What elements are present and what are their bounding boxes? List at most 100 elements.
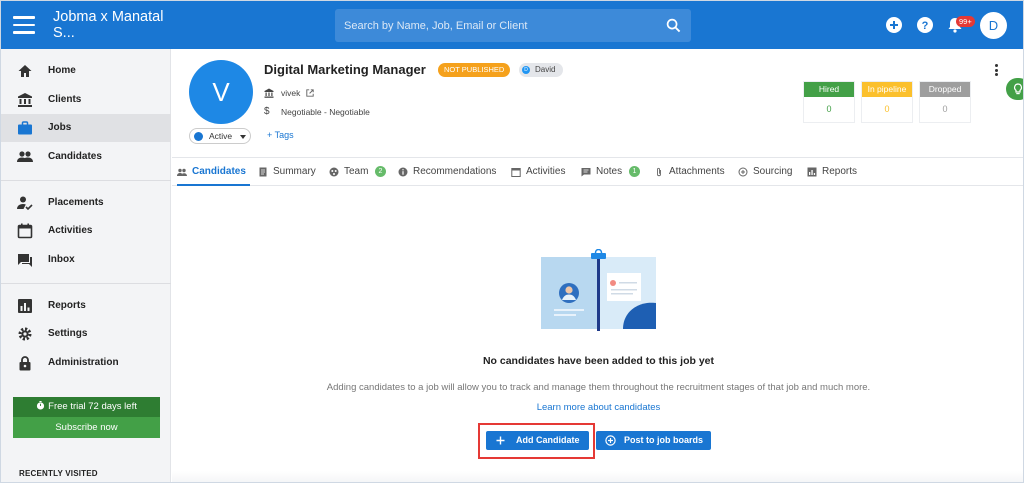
tab-count-badge: 1 <box>629 166 640 177</box>
lightbulb-icon <box>1014 83 1022 95</box>
status-dropdown[interactable]: Active <box>189 128 251 144</box>
tab-label: Recommendations <box>413 166 497 177</box>
empty-candidates-illustration <box>541 249 656 331</box>
plus-icon <box>496 436 505 445</box>
sidebar-divider <box>1 180 171 181</box>
content-bottom-edge <box>172 471 1023 482</box>
external-link-icon[interactable] <box>306 89 314 97</box>
tab-label: Activities <box>526 166 566 177</box>
publish-status-badge[interactable]: NOT PUBLISHED <box>438 63 511 77</box>
tab-recommendations[interactable]: Recommendations <box>398 158 503 186</box>
add-candidate-button[interactable]: Add Candidate <box>486 431 589 450</box>
job-avatar: V <box>189 60 253 124</box>
stat-label: In pipeline <box>862 82 912 97</box>
search-input[interactable] <box>335 9 655 42</box>
tab-team[interactable]: Team 2 <box>329 158 389 186</box>
sidebar-item-reports[interactable]: Reports <box>1 292 171 320</box>
search-bar[interactable] <box>335 9 691 42</box>
bar-chart-icon <box>18 299 32 313</box>
bank-icon <box>264 88 274 98</box>
tab-label: Attachments <box>669 166 725 177</box>
svg-text:?: ? <box>922 20 929 32</box>
gear-icon <box>18 327 32 341</box>
sidebar-divider <box>1 283 171 284</box>
team-icon <box>329 167 339 177</box>
tab-attachments[interactable]: Attachments <box>654 158 728 186</box>
tab-candidates[interactable]: Candidates <box>177 158 250 186</box>
home-icon <box>18 65 32 77</box>
sidebar-item-label: Jobs <box>48 122 72 133</box>
post-to-job-boards-button[interactable]: Post to job boards <box>596 431 711 450</box>
status-label: Active <box>209 131 233 141</box>
add-tags-button[interactable]: + Tags <box>267 130 294 140</box>
calendar-icon <box>17 223 33 239</box>
empty-state-description: Adding candidates to a job will allow yo… <box>326 382 871 393</box>
sidebar-item-label: Placements <box>48 197 104 208</box>
stat-in-pipeline[interactable]: In pipeline 0 <box>861 81 913 123</box>
stat-label: Dropped <box>920 82 970 97</box>
add-candidate-label: Add Candidate <box>516 435 580 445</box>
sidebar-item-inbox[interactable]: Inbox <box>1 246 171 274</box>
sidebar-item-settings[interactable]: Settings <box>1 320 171 348</box>
trial-box: Free trial 72 days left Subscribe now <box>13 397 160 438</box>
app-name[interactable]: Jobma x Manatal S... <box>53 9 173 41</box>
subscribe-button[interactable]: Subscribe now <box>13 417 160 438</box>
sidebar-item-label: Reports <box>48 300 86 311</box>
sidebar-item-label: Activities <box>48 225 93 236</box>
stat-hired[interactable]: Hired 0 <box>803 81 855 123</box>
client-name: vivek <box>281 88 301 98</box>
lightbulb-button[interactable] <box>1006 78 1023 100</box>
add-circle-icon <box>605 435 616 446</box>
owner-avatar: D <box>522 66 530 74</box>
menu-icon[interactable] <box>13 16 35 34</box>
sidebar-item-placements[interactable]: Placements <box>1 189 171 217</box>
client-link[interactable]: vivek <box>281 88 314 98</box>
tab-notes[interactable]: Notes 1 <box>581 158 641 186</box>
stat-value: 0 <box>942 104 948 114</box>
more-options-icon[interactable] <box>995 64 999 76</box>
sidebar-item-candidates[interactable]: Candidates <box>1 143 171 171</box>
owner-name: David <box>535 65 556 74</box>
chat-icon <box>18 254 32 267</box>
learn-more-link[interactable]: Learn more about candidates <box>537 402 661 413</box>
lock-icon <box>19 356 31 371</box>
sidebar-item-clients[interactable]: Clients <box>1 86 171 114</box>
tab-count-badge: 2 <box>375 166 386 177</box>
sidebar-item-label: Inbox <box>48 254 75 265</box>
status-dot <box>194 132 203 141</box>
notification-badge: 99+ <box>956 16 975 27</box>
sidebar-item-label: Home <box>48 65 76 76</box>
tab-reports[interactable]: Reports <box>807 158 859 186</box>
search-icon[interactable] <box>666 18 681 33</box>
tab-activities[interactable]: Activities <box>511 158 573 186</box>
calendar-icon <box>511 168 521 177</box>
recently-visited-heading: RECENTLY VISITED <box>19 469 98 478</box>
tab-label: Sourcing <box>753 166 793 177</box>
tab-label: Summary <box>273 166 316 177</box>
sidebar-item-administration[interactable]: Administration <box>1 349 171 377</box>
tab-summary[interactable]: Summary <box>258 158 320 186</box>
stat-dropped[interactable]: Dropped 0 <box>919 81 971 123</box>
sidebar: Home Clients Jobs Candidates Placements … <box>1 49 171 482</box>
briefcase-icon <box>18 121 32 135</box>
people-icon <box>177 168 187 176</box>
owner-chip[interactable]: D David <box>519 63 563 77</box>
add-icon[interactable] <box>885 16 903 34</box>
app-window: Jobma x Manatal S... ? 99+ D Home Client… <box>0 0 1024 483</box>
person-check-icon <box>17 196 33 211</box>
stat-label: Hired <box>804 82 854 97</box>
user-avatar[interactable]: D <box>980 12 1007 39</box>
sidebar-item-home[interactable]: Home <box>1 57 171 85</box>
info-icon <box>398 167 408 177</box>
note-icon <box>581 168 591 177</box>
tab-label: Team <box>344 166 369 177</box>
timer-icon <box>37 401 45 410</box>
tab-label: Notes <box>596 166 623 177</box>
sidebar-item-label: Administration <box>48 357 119 368</box>
sidebar-item-activities[interactable]: Activities <box>1 217 171 245</box>
help-icon[interactable]: ? <box>916 16 934 34</box>
salary-text: Negotiable - Negotiable <box>281 107 370 117</box>
sidebar-item-jobs[interactable]: Jobs <box>1 114 171 142</box>
tab-sourcing[interactable]: Sourcing <box>738 158 796 186</box>
caret-down-icon <box>240 135 246 139</box>
